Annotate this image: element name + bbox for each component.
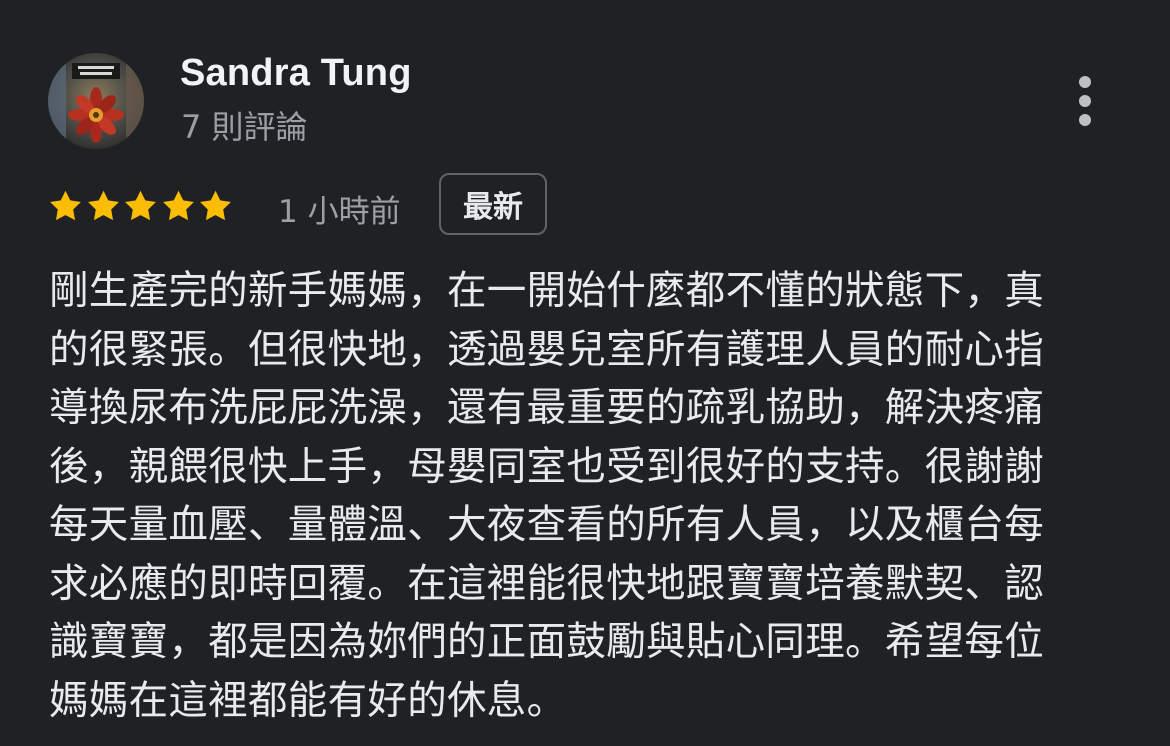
new-badge: 最新 — [439, 173, 547, 235]
review-text-line: 每天量血壓、量體溫、大夜查看的所有人員，以及櫃台每 — [49, 502, 1044, 548]
star-icon — [47, 188, 84, 225]
star-icon — [197, 188, 234, 225]
more-options-button[interactable] — [1062, 70, 1108, 132]
review-text: 剛生產完的新手媽媽，在一開始什麼都不懂的狀態下，真 的很緊張。但很快地，透過嬰兒… — [49, 262, 1109, 730]
avatar-image — [48, 53, 144, 149]
review-time: 1 小時前 — [278, 194, 401, 230]
star-icon — [85, 188, 122, 225]
more-vert-icon — [1079, 76, 1091, 88]
star-rating — [47, 186, 235, 226]
star-icon — [160, 188, 197, 225]
star-icon — [122, 188, 159, 225]
review-text-line: 求必應的即時回覆。在這裡能很快地跟寶寶培養默契、認 — [49, 560, 1044, 607]
more-vert-icon-dot — [1079, 95, 1091, 107]
review-text-line: 的很緊張。但很快地，透過嬰兒室所有護理人員的耐心指 — [49, 326, 1044, 373]
review-text-line: 導換尿布洗屁屁洗澡，還有最重要的疏乳協助，解決疼痛 — [49, 385, 1044, 431]
reviewer-name[interactable]: Sandra Tung — [180, 52, 412, 95]
review-text-line: 後，親餵很快上手，母嬰同室也受到很好的支持。很謝謝 — [49, 443, 1044, 490]
review-count[interactable]: 7 則評論 — [181, 102, 308, 148]
review-text-line: 媽媽在這裡都能有好的休息。 — [49, 677, 567, 724]
review-text-line: 剛生產完的新手媽媽，在一開始什麼都不懂的狀態下，真 — [49, 268, 1044, 314]
reviewer-avatar[interactable] — [48, 53, 144, 149]
review-text-line: 識寶寶，都是因為妳們的正面鼓勵與貼心同理。希望每位 — [49, 619, 1044, 665]
review-card: Sandra Tung 7 則評論 1 小時前 最新 剛生產完的新手媽媽，在一開… — [0, 0, 1170, 746]
more-vert-icon-dot — [1079, 114, 1091, 126]
